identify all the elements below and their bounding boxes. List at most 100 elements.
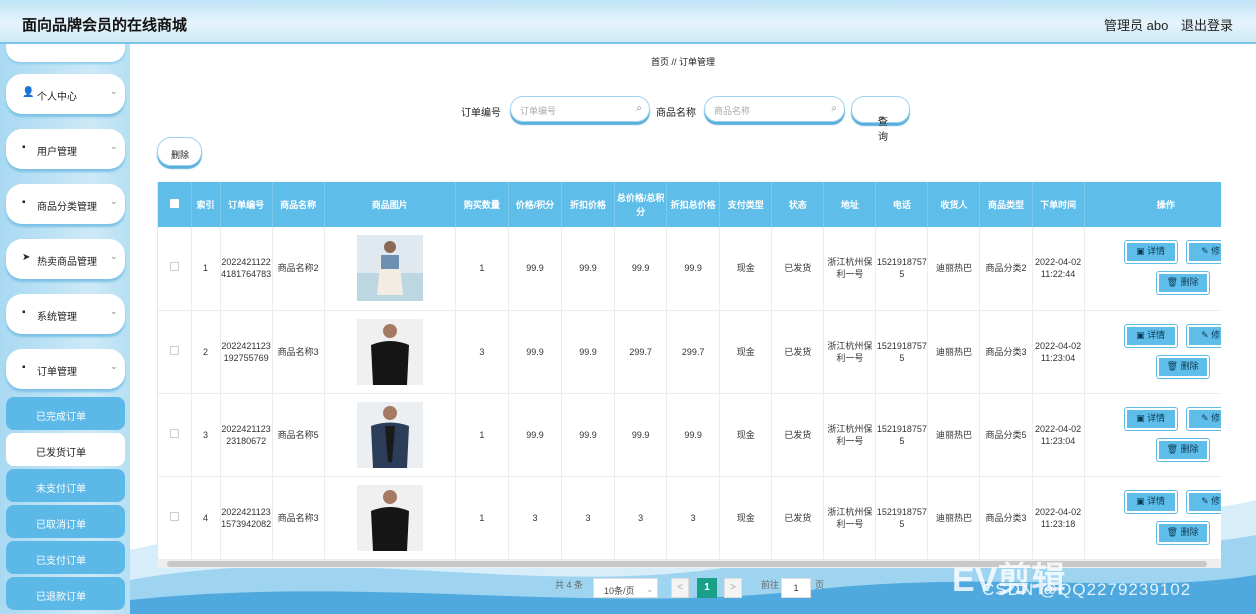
batch-delete-button[interactable]: 删除	[157, 137, 202, 166]
trash-icon: 🗑	[1166, 526, 1179, 537]
grid-icon: ▪	[22, 197, 26, 208]
column-header: 收货人	[927, 182, 981, 227]
row-select-cell	[158, 227, 192, 311]
total-price-cell: 299.7	[614, 310, 668, 394]
detail-label: 详情	[1147, 495, 1166, 506]
sidebar-submenu-item[interactable]: 已完成订单	[6, 397, 125, 430]
sidebar-submenu-item[interactable]: 已支付订单	[6, 541, 125, 574]
sidebar-menu-item[interactable]: ➤ 热卖商品管理 ⌄	[6, 239, 125, 279]
detail-button[interactable]: ▣ 详情	[1124, 324, 1177, 347]
edit-button[interactable]: ✎ 修	[1186, 407, 1221, 430]
sidebar-submenu-item[interactable]: 已取消订单	[6, 505, 125, 538]
column-header: 订单编号	[220, 182, 273, 227]
total-price-cell: 3	[614, 476, 668, 560]
sidebar-menu-label: 用户管理	[37, 147, 77, 158]
edit-button[interactable]: ✎ 修	[1186, 241, 1221, 263]
price-cell: 99.9	[508, 310, 562, 394]
current-user: 管理员 abo	[1104, 18, 1169, 33]
current-page-button[interactable]: 1	[697, 578, 717, 598]
product-type-cell: 商品分类3	[979, 310, 1033, 394]
product-name-label: 商品名称	[656, 108, 696, 119]
detail-button[interactable]: ▣ 详情	[1124, 241, 1177, 263]
address-cell: 浙江杭州保利一号	[823, 393, 877, 477]
person-icon: 👤	[22, 87, 35, 98]
table-row: 1 20224211224181764783 商品名称2 1 99.9 99.9 99.9 9…	[158, 227, 1221, 311]
receiver-cell: 迪丽热巴	[927, 310, 981, 394]
edit-button[interactable]: ✎ 修	[1186, 490, 1221, 513]
address-cell: 浙江杭州保利一号	[823, 227, 877, 311]
page-size-select[interactable]: 10条/页 ⌄	[593, 578, 658, 598]
column-header: 折扣总价格	[666, 182, 721, 227]
detail-icon: ▣	[1136, 412, 1145, 423]
row-checkbox[interactable]	[169, 511, 179, 521]
status-cell: 已发货	[771, 227, 825, 311]
goto-page-input[interactable]: 1	[781, 578, 811, 598]
column-header: 折扣价格	[561, 182, 616, 227]
row-checkbox[interactable]	[169, 345, 179, 355]
submenu-label: 已退款订单	[36, 592, 86, 603]
search-icon: ⌕	[831, 103, 837, 114]
query-button[interactable]: 查询 ⌕	[851, 96, 910, 143]
edit-button[interactable]: ✎ 修	[1186, 324, 1221, 347]
detail-button[interactable]: ▣ 详情	[1124, 407, 1177, 430]
detail-button[interactable]: ▣ 详情	[1124, 490, 1177, 513]
detail-icon: ▣	[1136, 246, 1145, 256]
index-cell: 1	[191, 227, 221, 311]
delete-button[interactable]: 🗑 删除	[1156, 272, 1209, 294]
row-checkbox[interactable]	[169, 262, 179, 272]
chevron-down-icon: ⌄	[110, 306, 118, 316]
submenu-label: 已完成订单	[36, 412, 86, 423]
price-cell: 99.9	[508, 227, 562, 311]
product-name-cell: 商品名称5	[272, 393, 325, 477]
table-row: 2 2022421123192755769 商品名称3 3 99.9 99.9 299.7 2…	[158, 310, 1221, 394]
column-header: 商品名称	[272, 182, 325, 227]
submenu-label: 已支付订单	[36, 556, 86, 567]
row-checkbox[interactable]	[169, 428, 179, 438]
delete-button[interactable]: 🗑 删除	[1156, 438, 1209, 461]
batch-delete-label: 删除	[171, 150, 190, 160]
order-time-cell: 2022-04-02 11:22:44	[1032, 227, 1085, 311]
select-all-checkbox[interactable]	[169, 198, 179, 208]
column-header: 支付类型	[719, 182, 773, 227]
order-number-cell: 2022421123192755769	[220, 310, 273, 394]
sidebar-menu-partial[interactable]	[6, 44, 125, 62]
sidebar-menu-item[interactable]: 👤 个人中心 ⌄	[6, 74, 125, 114]
discount-total-cell: 99.9	[666, 393, 721, 477]
product-name-input[interactable]: 商品名称 ⌕	[704, 96, 845, 122]
sidebar-submenu-item[interactable]: 已发货订单	[6, 433, 125, 466]
discount-total-cell: 99.9	[666, 227, 721, 311]
column-header: 索引	[191, 182, 221, 227]
order-time-cell: 2022-04-02 11:23:04	[1032, 393, 1085, 477]
sidebar-submenu-item[interactable]: 未支付订单	[6, 469, 125, 502]
top-bar: 面向品牌会员的在线商城 管理员 abo 退出登录	[0, 0, 1256, 44]
csdn-watermark: CSDN @QQ2279239102	[982, 580, 1192, 599]
delete-button[interactable]: 🗑 删除	[1156, 355, 1209, 378]
price-cell: 99.9	[508, 393, 562, 477]
sidebar-menu-label: 订单管理	[37, 367, 77, 378]
sidebar-menu-item[interactable]: ▪ 订单管理 ⌄	[6, 349, 125, 389]
breadcrumb: 首页 // 订单管理	[651, 57, 716, 67]
order-number-input[interactable]: 订单编号 ⌕	[510, 96, 650, 122]
quantity-cell: 1	[455, 227, 509, 311]
chevron-down-icon: ⌄	[110, 361, 118, 371]
chevron-down-icon: ⌄	[110, 86, 118, 96]
sidebar-submenu-item[interactable]: 已退款订单	[6, 577, 125, 610]
detail-icon: ▣	[1136, 329, 1145, 340]
discount-total-cell: 3	[666, 476, 721, 560]
prev-page-button[interactable]: <	[671, 578, 689, 598]
detail-label: 详情	[1147, 246, 1166, 256]
product-name-placeholder: 商品名称	[714, 106, 751, 116]
edit-label: 修	[1211, 495, 1221, 506]
index-cell: 2	[191, 310, 221, 394]
sidebar-menu-item[interactable]: ▪ 商品分类管理 ⌄	[6, 184, 125, 224]
next-page-button[interactable]: >	[724, 578, 742, 598]
sidebar-menu-item[interactable]: ▪ 用户管理 ⌄	[6, 129, 125, 169]
chevron-down-icon: ⌄	[646, 584, 654, 594]
grid-icon: ▪	[22, 142, 26, 153]
logout-link[interactable]: 退出登录	[1181, 15, 1233, 34]
sidebar-menu-item[interactable]: ▪ 系统管理 ⌄	[6, 294, 125, 334]
table-row: 3 2022421123231806​72 商品名称5 1 99.9 99.9 99.9 99…	[158, 393, 1221, 477]
delete-button[interactable]: 🗑 删除	[1156, 521, 1209, 544]
column-header: 总价格/总积分	[614, 182, 668, 227]
product-name-cell: 商品名称3	[272, 476, 325, 560]
